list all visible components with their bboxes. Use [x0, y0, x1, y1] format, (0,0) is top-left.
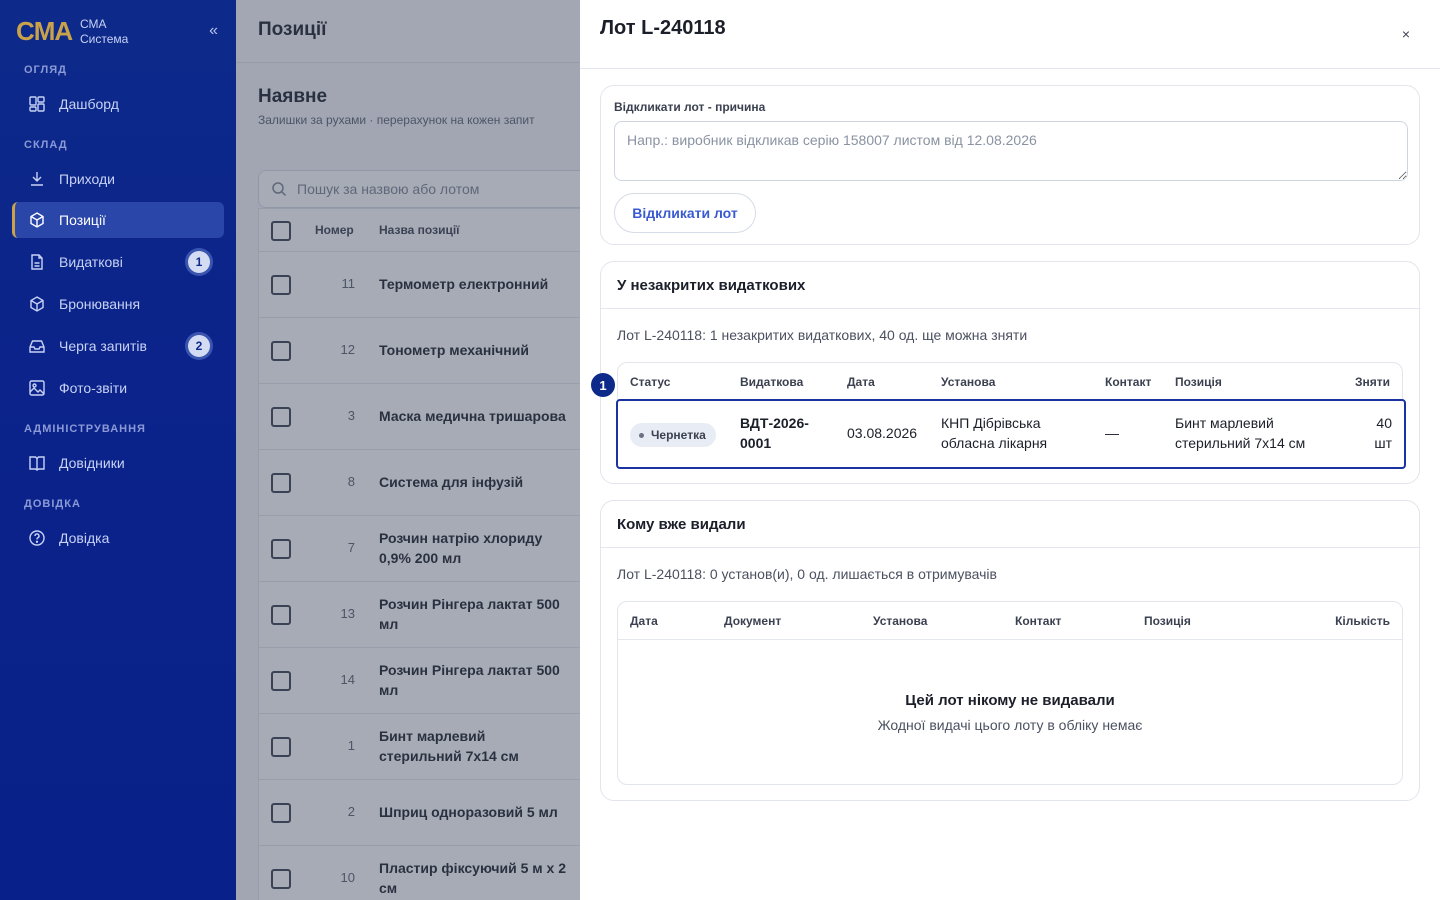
column-header-institution: Установа — [941, 375, 996, 389]
divider — [601, 547, 1419, 548]
close-icon[interactable]: × — [1402, 26, 1410, 42]
drawer-header: Лот L-240118 × — [580, 0, 1440, 69]
column-header-status: Статус — [630, 375, 671, 389]
sidebar-item-photo-reports[interactable]: Фото-звіти — [12, 370, 224, 406]
card-title: У незакритих видаткових — [617, 277, 806, 294]
book-icon — [29, 456, 45, 471]
section-label-admin: АДМІНІСТРУВАННЯ — [24, 423, 146, 435]
column-header-quantity: Кількість — [1335, 614, 1390, 628]
recall-reason-field[interactable] — [614, 121, 1408, 181]
status-label: Чернетка — [651, 428, 706, 442]
drawer-title: Лот L-240118 — [600, 17, 726, 39]
column-header-date: Дата — [630, 614, 658, 628]
sidebar-item-label: Позиції — [59, 212, 106, 228]
table-row[interactable]: Чернетка ВДТ-2026-0001 03.08.2026 КНП Ді… — [616, 399, 1406, 469]
issued-card: Кому вже видали Лот L-240118: 0 установ(… — [600, 500, 1420, 801]
sidebar-item-label: Дашборд — [59, 96, 119, 112]
row-marker-badge: 1 — [591, 373, 615, 397]
sidebar-item-reservations[interactable]: Бронювання — [12, 286, 224, 322]
box-icon — [30, 296, 44, 312]
sidebar: CMA СМА Система « ОГЛЯД Дашборд СКЛАД Пр… — [0, 0, 236, 900]
column-header-item: Позиція — [1144, 614, 1191, 628]
recall-reason-label: Відкликати лот - причина — [614, 100, 766, 114]
item-name: Бинт марлевий стерильний 7х14 см — [1175, 415, 1306, 451]
sidebar-item-label: Черга запитів — [59, 338, 147, 354]
section-label-warehouse: СКЛАД — [24, 139, 68, 151]
sidebar-item-help[interactable]: Довідка — [12, 520, 224, 556]
column-header-contact: Контакт — [1015, 614, 1062, 628]
remove-quantity: 40 шт — [1374, 415, 1392, 451]
inbox-icon — [29, 340, 45, 353]
document-date: 03.08.2026 — [847, 425, 918, 441]
lot-drawer: Лот L-240118 × Відкликати лот - причина … — [580, 0, 1440, 900]
download-icon — [31, 172, 43, 186]
empty-state-subtitle: Жодної видачі цього лоту в обліку немає — [877, 717, 1143, 733]
contact-value: — — [1105, 425, 1119, 441]
open-orders-table: Статус Видаткова Дата Установа Контакт П… — [616, 362, 1406, 469]
help-icon — [29, 530, 45, 546]
column-header-document: Видаткова — [740, 375, 804, 389]
sidebar-item-label: Видаткові — [59, 254, 123, 270]
dashboard-icon — [29, 96, 45, 112]
sidebar-item-label: Довідка — [59, 530, 110, 546]
image-icon — [29, 380, 45, 396]
collapse-sidebar-button[interactable]: « — [209, 22, 218, 40]
sidebar-item-dashboard[interactable]: Дашборд — [12, 86, 224, 122]
sidebar-item-directories[interactable]: Довідники — [12, 445, 224, 481]
logo-line-1: СМА — [80, 17, 107, 31]
document-icon — [31, 254, 43, 270]
box-icon — [30, 212, 44, 228]
sidebar-item-label: Приходи — [59, 171, 115, 187]
document-number[interactable]: ВДТ-2026-0001 — [740, 413, 830, 453]
divider — [618, 639, 1402, 640]
card-title: Кому вже видали — [617, 516, 746, 533]
open-orders-card: У незакритих видаткових Лот L-240118: 1 … — [600, 261, 1420, 484]
column-header-date: Дата — [847, 375, 875, 389]
institution-name: КНП Дібрівська обласна лікарня — [941, 415, 1048, 451]
count-badge: 2 — [188, 335, 210, 357]
empty-state-title: Цей лот нікому не видавали — [905, 692, 1115, 709]
column-header-document: Документ — [724, 614, 782, 628]
sidebar-item-outgoing[interactable]: Видаткові 1 — [12, 244, 224, 280]
column-header-institution: Установа — [873, 614, 928, 628]
sidebar-item-positions[interactable]: Позиції — [12, 202, 224, 238]
section-label-help: ДОВІДКА — [24, 498, 81, 510]
column-header-item: Позиція — [1175, 375, 1222, 389]
card-summary: Лот L-240118: 0 установ(и), 0 од. лишаєт… — [617, 566, 997, 582]
status-dot-icon — [639, 432, 644, 438]
logo-text: СМА Система — [80, 17, 128, 47]
sidebar-item-label: Довідники — [59, 455, 125, 471]
section-label-overview: ОГЛЯД — [24, 64, 67, 76]
logo-line-2: Система — [80, 32, 129, 46]
logo: CMA СМА Система « — [16, 16, 226, 50]
recall-lot-button[interactable]: Відкликати лот — [614, 193, 756, 233]
status-badge: Чернетка — [630, 423, 716, 447]
modal-backdrop[interactable] — [236, 0, 580, 900]
logo-mark: CMA — [16, 16, 73, 46]
divider — [601, 308, 1419, 309]
card-summary: Лот L-240118: 1 незакритих видаткових, 4… — [617, 327, 1028, 343]
sidebar-item-label: Фото-звіти — [59, 380, 128, 396]
recall-card: Відкликати лот - причина Відкликати лот — [600, 85, 1420, 245]
sidebar-item-request-queue[interactable]: Черга запитів 2 — [12, 328, 224, 364]
count-badge: 1 — [188, 251, 210, 273]
issued-table: Дата Документ Установа Контакт Позиція К… — [617, 601, 1403, 785]
sidebar-item-label: Бронювання — [59, 296, 141, 312]
sidebar-item-receipts[interactable]: Приходи — [12, 161, 224, 197]
column-header-remove: Зняти — [1354, 375, 1390, 389]
column-header-contact: Контакт — [1105, 375, 1152, 389]
